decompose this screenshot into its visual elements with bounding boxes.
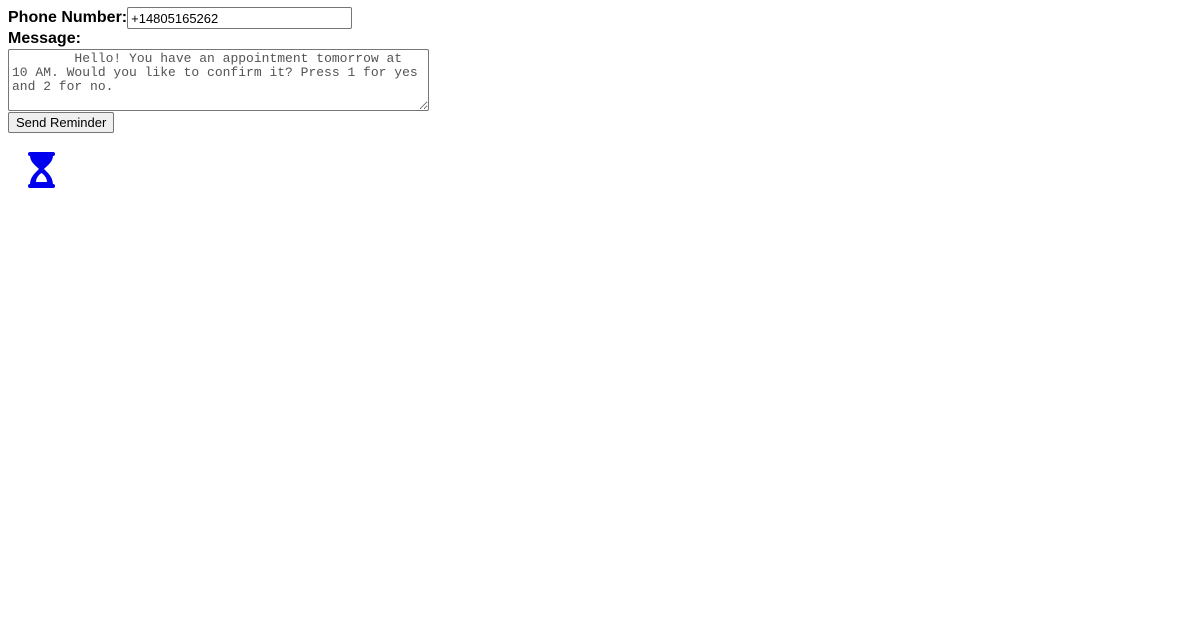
hourglass-lower-frame <box>30 169 53 185</box>
reminder-form: Phone Number: Message: Hello! You have a… <box>8 7 429 133</box>
send-reminder-button[interactable]: Send Reminder <box>8 112 115 133</box>
hourglass-upper-bulb <box>30 155 53 169</box>
hourglass-bottom-bar <box>28 184 55 188</box>
message-label: Message: <box>8 30 81 47</box>
message-textarea[interactable]: Hello! You have an appointment tomorrow … <box>8 49 429 111</box>
phone-row: Phone Number: <box>8 7 429 29</box>
hourglass-icon <box>28 152 55 188</box>
phone-label: Phone Number: <box>8 9 128 26</box>
phone-input[interactable] <box>127 7 353 29</box>
